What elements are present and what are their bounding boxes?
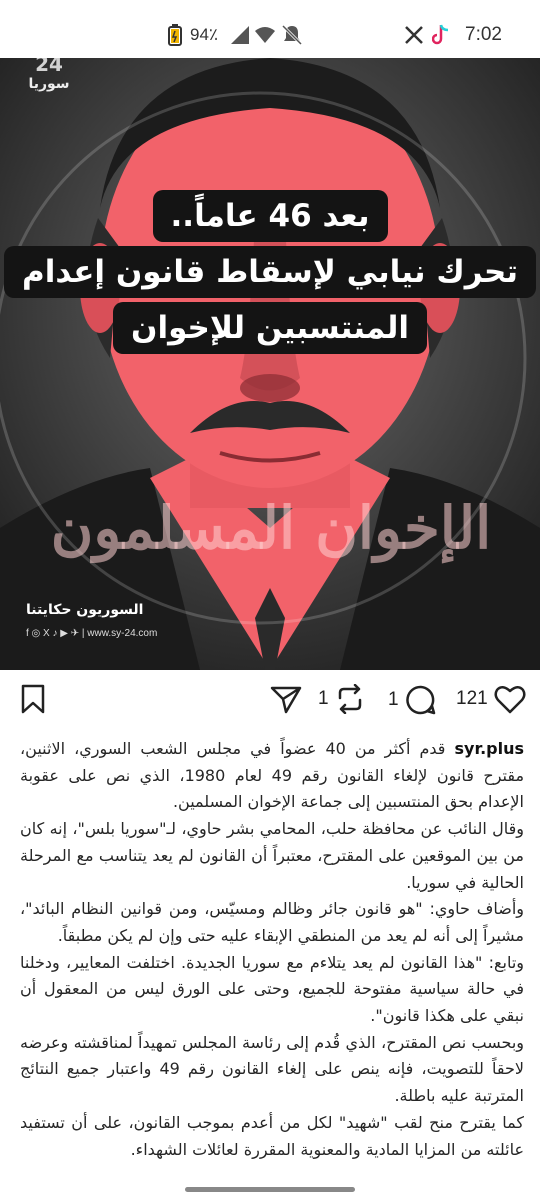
repost-count: 1	[318, 688, 329, 709]
headline: بعد 46 عاماً.. تحرك نيابي لإسقاط قانون إ…	[0, 190, 540, 354]
status-time: 7:02	[465, 24, 502, 45]
signal-icon	[230, 24, 250, 46]
action-bar: 1 1 121	[0, 672, 540, 732]
caption-paragraph-5: وبحسب نص المقترح، الذي قُدم إلى رئاسة ال…	[20, 1032, 524, 1106]
send-icon	[270, 686, 302, 714]
caption-paragraph-1: syr.plus قدم أكثر من 40 عضواً في مجلس ال…	[20, 739, 525, 812]
bookmark-button[interactable]	[20, 684, 46, 714]
headline-line-1: بعد 46 عاماً..	[152, 190, 388, 242]
caption-paragraph-4: وتابع: "هذا القانون لم يعد يتلاءم مع سور…	[20, 952, 524, 1026]
tiktok-icon	[432, 24, 450, 46]
comment-icon	[405, 685, 435, 715]
like-button[interactable]: 121	[456, 684, 526, 714]
username-link[interactable]: syr.plus	[455, 739, 525, 758]
wifi-icon	[254, 24, 276, 46]
footer-brand: السوريون حكايتنا	[26, 602, 144, 618]
share-button[interactable]	[270, 684, 308, 714]
battery-icon	[168, 24, 182, 46]
caption-paragraph-3: وأضاف حاوي: "هو قانون جائر وظالم ومسيّس،…	[20, 899, 524, 945]
comment-count: 1	[388, 689, 399, 710]
post-caption: syr.plus قدم أكثر من 40 عضواً في مجلس ال…	[20, 736, 524, 1163]
mute-icon	[282, 24, 302, 46]
brand-logo: 24 سوريا	[28, 58, 70, 92]
footer-social-links: f ◎ X ♪ ▶ ✈ | www.sy-24.com	[26, 628, 158, 639]
home-indicator[interactable]	[185, 1187, 355, 1192]
post-image[interactable]: 24 سوريا بعد 46 عاماً.. تحرك نيابي لإسقا…	[0, 58, 540, 670]
repost-icon	[338, 684, 361, 714]
headline-line-3: المنتسبين للإخوان	[113, 302, 427, 354]
x-icon	[404, 24, 424, 46]
bookmark-icon	[21, 684, 45, 714]
caption-paragraph-2: وقال النائب عن محافظة حلب، المحامي بشر ح…	[20, 819, 524, 892]
battery-percent: 94٪	[190, 25, 219, 44]
heart-icon	[494, 686, 526, 714]
repost-button[interactable]: 1	[318, 684, 365, 714]
headline-line-2: تحرك نيابي لإسقاط قانون إعدام	[3, 246, 537, 298]
watermark-text: الإخوان المسلمون	[50, 494, 492, 562]
like-count: 121	[456, 688, 488, 709]
comment-button[interactable]: 1	[388, 684, 437, 716]
caption-paragraph-6: كما يقترح منح لقب "شهيد" لكل من أعدم بمو…	[20, 1112, 524, 1159]
